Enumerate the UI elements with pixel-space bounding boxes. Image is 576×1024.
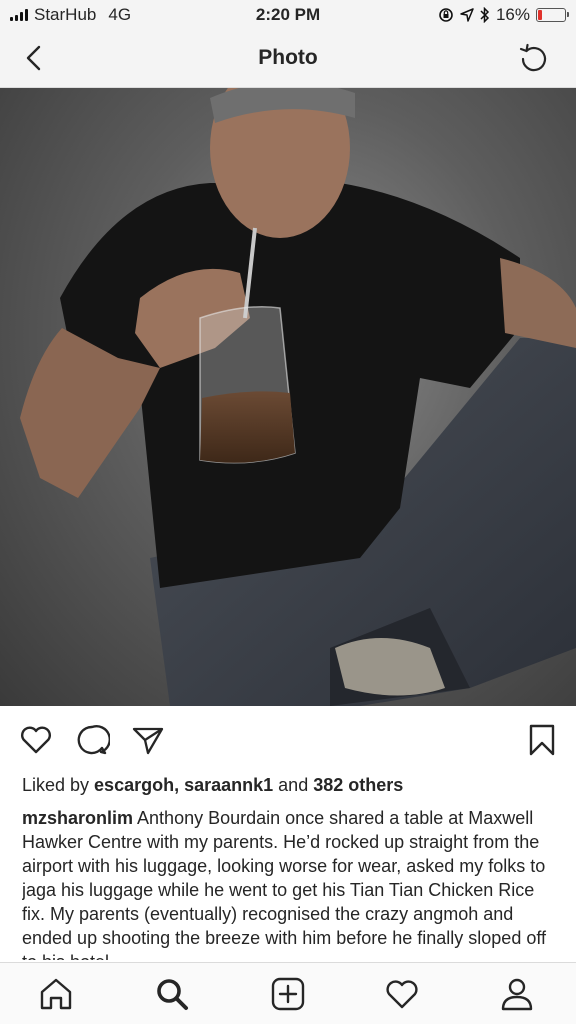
search-icon[interactable] xyxy=(153,975,191,1013)
share-icon[interactable] xyxy=(130,722,166,758)
bottom-tab-bar xyxy=(0,962,576,1024)
activity-heart-icon[interactable] xyxy=(383,975,421,1013)
caption-text: Anthony Bourdain once shared a table at … xyxy=(22,808,547,960)
home-icon[interactable] xyxy=(37,975,75,1013)
page-title: Photo xyxy=(258,46,318,69)
add-post-icon[interactable] xyxy=(269,975,307,1013)
profile-icon[interactable] xyxy=(498,975,536,1013)
status-icons: 16% xyxy=(438,5,569,25)
caption-username[interactable]: mzsharonlim xyxy=(22,808,133,828)
bookmark-icon[interactable] xyxy=(524,722,560,758)
battery-fill xyxy=(538,10,543,20)
comment-icon[interactable] xyxy=(74,722,110,758)
battery-icon xyxy=(536,8,569,22)
post-photo[interactable] xyxy=(0,88,576,706)
liker-username-1[interactable]: escargoh xyxy=(94,775,174,795)
heart-icon[interactable] xyxy=(18,722,54,758)
liker-username-2[interactable]: saraannk1 xyxy=(184,775,273,795)
likes-and: and xyxy=(273,775,314,795)
photo-illustration xyxy=(20,88,576,706)
location-icon xyxy=(460,8,474,22)
bluetooth-icon xyxy=(480,7,490,23)
likes-prefix: Liked by xyxy=(22,775,95,795)
likes-others-link[interactable]: 382 others xyxy=(313,775,403,795)
nav-bar: Photo xyxy=(0,30,576,88)
battery-percent: 16% xyxy=(495,5,530,24)
likes-summary: Liked by escargoh, saraannk1 and 382 oth… xyxy=(22,775,403,796)
likes-separator: , xyxy=(174,775,185,795)
orientation-lock-icon xyxy=(439,8,453,22)
post-actions xyxy=(0,718,576,762)
refresh-icon[interactable] xyxy=(516,41,552,77)
post-caption: mzsharonlim Anthony Bourdain once shared… xyxy=(22,806,562,960)
status-bar: StarHub 4G 2:20 PM 16% xyxy=(0,0,576,30)
